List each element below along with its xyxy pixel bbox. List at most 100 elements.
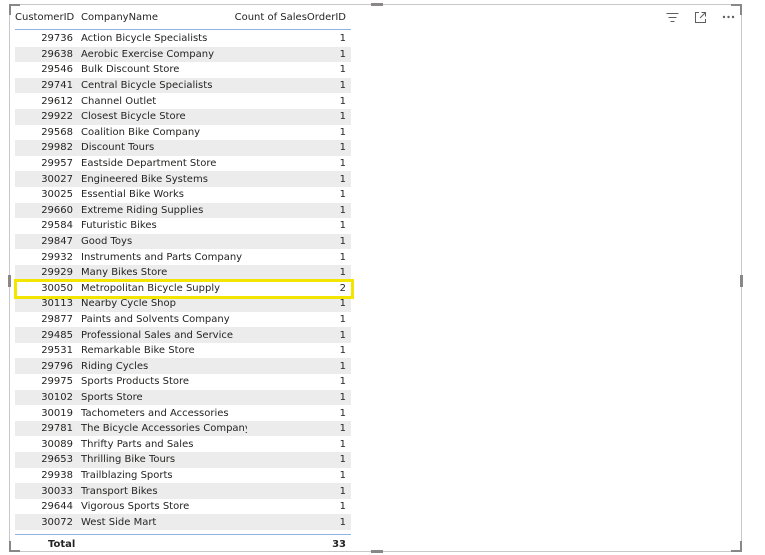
- cell-customerid: 30025: [41, 189, 73, 201]
- cell-companyname: Nearby Cycle Shop: [81, 298, 176, 310]
- cell-count: 1: [339, 345, 346, 357]
- table-row[interactable]: 29568 Coalition Bike Company 1: [15, 125, 351, 141]
- cell-count: 1: [339, 360, 346, 372]
- cell-customerid: 29975: [41, 376, 73, 388]
- table-row[interactable]: 29781 The Bicycle Accessories Company 1: [15, 420, 351, 437]
- cell-customerid: 29584: [41, 220, 73, 232]
- table-visual[interactable]: CustomerID CompanyName Count of SalesOrd…: [8, 3, 743, 553]
- cell-count: 1: [339, 251, 346, 263]
- table-row[interactable]: 29796 Riding Cycles 1: [15, 358, 351, 375]
- cell-count: 1: [339, 485, 346, 497]
- cell-customerid: 29781: [41, 423, 73, 435]
- cell-customerid: 30050: [41, 282, 73, 294]
- cell-customerid: 29929: [41, 267, 73, 279]
- table-row[interactable]: 29546 Bulk Discount Store 1: [15, 62, 351, 78]
- cell-customerid: 29653: [41, 454, 73, 466]
- cell-customerid: 30102: [41, 391, 73, 403]
- cell-count: 1: [339, 423, 346, 435]
- table-row[interactable]: 29938 Trailblazing Sports 1: [15, 468, 351, 484]
- cell-companyname: Sports Store: [81, 391, 143, 403]
- table-row[interactable]: 29584 Futuristic Bikes 1: [15, 218, 351, 234]
- cell-customerid: 30089: [41, 438, 73, 450]
- table-row[interactable]: 30025 Essential Bike Works 1: [15, 187, 351, 203]
- table-row[interactable]: 30019 Tachometers and Accessories 1: [15, 405, 351, 421]
- cell-count: 1: [339, 220, 346, 232]
- cell-customerid: 29644: [41, 501, 73, 513]
- cell-companyname: Engineered Bike Systems: [81, 173, 208, 185]
- cell-customerid: 29877: [41, 313, 73, 325]
- table-row[interactable]: 29922 Closest Bicycle Store 1: [15, 108, 351, 125]
- cell-count: 1: [339, 329, 346, 341]
- resize-handle-bottom[interactable]: [371, 550, 383, 553]
- cell-customerid: 29847: [41, 236, 73, 248]
- cell-customerid: 29612: [41, 95, 73, 107]
- table-row[interactable]: 29975 Sports Products Store 1: [15, 374, 351, 390]
- focus-mode-icon[interactable]: [691, 8, 709, 26]
- cell-customerid: 29982: [41, 142, 73, 154]
- cell-customerid: 29922: [41, 111, 73, 123]
- column-header-customerid[interactable]: CustomerID: [15, 12, 77, 23]
- table-row[interactable]: 29736 Action Bicycle Specialists 1: [15, 31, 351, 47]
- cell-customerid: 29957: [41, 158, 73, 170]
- table-row[interactable]: 29932 Instruments and Parts Company 1: [15, 249, 351, 265]
- cell-companyname: Riding Cycles: [81, 360, 149, 372]
- table-row[interactable]: 30050 Metropolitan Bicycle Supply 2: [15, 281, 351, 297]
- cell-count: 1: [339, 516, 346, 528]
- table-row[interactable]: 29653 Thrilling Bike Tours 1: [15, 452, 351, 468]
- cell-companyname: Closest Bicycle Store: [81, 111, 186, 123]
- cell-count: 1: [339, 95, 346, 107]
- cell-companyname: Vigorous Sports Store: [81, 501, 190, 513]
- cell-companyname: Essential Bike Works: [81, 189, 184, 201]
- table-row[interactable]: 30027 Engineered Bike Systems 1: [15, 171, 351, 187]
- table-row[interactable]: 29847 Good Toys 1: [15, 233, 351, 250]
- more-options-icon[interactable]: [719, 8, 737, 26]
- table-row[interactable]: 29485 Professional Sales and Service 1: [15, 327, 351, 343]
- cell-customerid: 29638: [41, 48, 73, 60]
- column-header-count[interactable]: Count of SalesOrderID: [227, 12, 351, 23]
- cell-count: 1: [339, 173, 346, 185]
- cell-companyname: Central Bicycle Specialists: [81, 80, 213, 92]
- cell-count: 1: [339, 80, 346, 92]
- table-row[interactable]: 30089 Thrifty Parts and Sales 1: [15, 436, 351, 452]
- table-body: 29736 Action Bicycle Specialists 1 29638 Aer…: [15, 30, 351, 530]
- cell-count: 1: [339, 142, 346, 154]
- table-row[interactable]: 29929 Many Bikes Store 1: [15, 264, 351, 281]
- cell-count: 1: [339, 236, 346, 248]
- cell-count: 1: [339, 126, 346, 138]
- resize-handle-top[interactable]: [371, 3, 383, 6]
- cell-count: 2: [339, 282, 346, 294]
- table-row[interactable]: 29612 Channel Outlet 1: [15, 93, 351, 109]
- cell-count: 1: [339, 204, 346, 216]
- cell-companyname: Trailblazing Sports: [81, 469, 173, 481]
- cell-count: 1: [339, 454, 346, 466]
- filter-icon[interactable]: [663, 8, 681, 26]
- cell-count: 1: [339, 501, 346, 513]
- cell-companyname: Coalition Bike Company: [81, 126, 201, 138]
- cell-customerid: 29796: [41, 360, 73, 372]
- cell-companyname: Channel Outlet: [81, 95, 157, 107]
- table-row[interactable]: 29982 Discount Tours 1: [15, 140, 351, 156]
- data-table: CustomerID CompanyName Count of SalesOrd…: [15, 5, 351, 553]
- cell-companyname: Action Bicycle Specialists: [81, 33, 208, 45]
- table-row[interactable]: 29660 Extreme Riding Supplies 1: [15, 202, 351, 219]
- cell-customerid: 29568: [41, 126, 73, 138]
- column-header-companyname[interactable]: CompanyName: [77, 12, 227, 23]
- table-row[interactable]: 29741 Central Bicycle Specialists 1: [15, 77, 351, 94]
- cell-customerid: 30019: [41, 407, 73, 419]
- table-row[interactable]: 29877 Paints and Solvents Company 1: [15, 312, 351, 328]
- resize-handle-right[interactable]: [740, 275, 743, 287]
- table-row[interactable]: 30113 Nearby Cycle Shop 1: [15, 296, 351, 312]
- table-row[interactable]: 30072 West Side Mart 1: [15, 514, 351, 530]
- cell-companyname: Many Bikes Store: [81, 267, 168, 279]
- table-row[interactable]: 29957 Eastside Department Store 1: [15, 156, 351, 172]
- selection-corner: [731, 541, 742, 552]
- cell-customerid: 29546: [41, 64, 73, 76]
- table-row[interactable]: 29644 Vigorous Sports Store 1: [15, 499, 351, 515]
- table-row[interactable]: 29638 Aerobic Exercise Company 1: [15, 46, 351, 63]
- cell-count: 1: [339, 407, 346, 419]
- table-row[interactable]: 30033 Transport Bikes 1: [15, 483, 351, 499]
- table-row[interactable]: 29531 Remarkable Bike Store 1: [15, 343, 351, 359]
- resize-handle-left[interactable]: [8, 275, 11, 287]
- table-row[interactable]: 30102 Sports Store 1: [15, 389, 351, 406]
- cell-count: 1: [339, 298, 346, 310]
